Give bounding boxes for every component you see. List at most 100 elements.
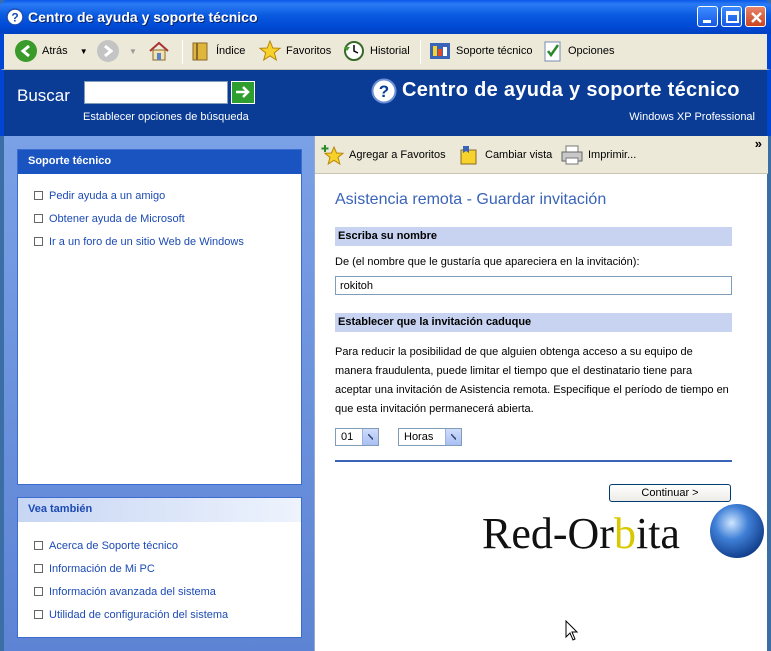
support-icon <box>430 43 450 59</box>
history-clock-icon <box>344 41 364 61</box>
title-bar: ? Centro de ayuda y soporte técnico <box>0 0 771 34</box>
home-button[interactable] <box>147 38 171 64</box>
see-also-link[interactable]: Información de Mi PC <box>34 557 301 580</box>
support-link[interactable]: Pedir ayuda a un amigo <box>34 184 301 207</box>
support-panel: Soporte técnico Pedir ayuda a un amigo O… <box>17 149 302 485</box>
back-dropdown-icon[interactable]: ▼ <box>80 47 88 56</box>
main-toolbar: Atrás ▼ ▼ Índice Favoritos Historial Sop… <box>0 34 771 70</box>
see-also-link-label: Información de Mi PC <box>49 562 155 575</box>
chevron-down-icon[interactable] <box>362 429 378 445</box>
forward-dropdown-icon[interactable]: ▼ <box>129 47 137 56</box>
search-input[interactable] <box>84 81 228 104</box>
see-also-link-label: Utilidad de configuración del sistema <box>49 608 229 621</box>
see-also-link-label: Información avanzada del sistema <box>49 585 216 598</box>
forward-arrow-icon <box>97 40 119 62</box>
maximize-button[interactable] <box>721 6 742 27</box>
name-section-heading: Escriba su nombre <box>335 227 732 246</box>
search-go-button[interactable] <box>231 81 255 104</box>
windows-edition: Windows XP Professional <box>629 111 755 123</box>
red-orbita-watermark: Red-Orbita <box>482 509 680 558</box>
unit-select[interactable]: Horas <box>398 428 462 446</box>
options-button[interactable]: Opciones <box>542 38 614 64</box>
back-button[interactable]: Atrás ▼ <box>14 38 88 64</box>
history-label: Historial <box>370 45 410 57</box>
change-view-label: Cambiar vista <box>485 149 553 161</box>
close-icon <box>751 12 762 23</box>
search-label: Buscar <box>17 86 70 105</box>
help-question-icon: ? <box>371 78 397 104</box>
content-toolbar: Agregar a Favoritos Cambiar vista Imprim… <box>315 136 768 174</box>
divider <box>335 460 732 462</box>
close-button[interactable] <box>745 6 766 27</box>
bullet-icon <box>34 541 43 550</box>
bullet-icon <box>34 237 43 246</box>
see-also-link[interactable]: Acerca de Soporte técnico <box>34 534 301 557</box>
see-also-panel: Vea también Acerca de Soporte técnico In… <box>17 497 302 638</box>
content-pane: Agregar a Favoritos Cambiar vista Imprim… <box>314 136 768 651</box>
support-link-label: Pedir ayuda a un amigo <box>49 189 166 202</box>
bullet-icon <box>34 587 43 596</box>
support-link[interactable]: Obtener ayuda de Microsoft <box>34 207 301 230</box>
more-chevron-icon[interactable]: » <box>755 136 762 151</box>
search-options-link[interactable]: Establecer opciones de búsqueda <box>83 111 249 123</box>
support-panel-title: Soporte técnico <box>18 150 301 174</box>
see-also-link-label: Acerca de Soporte técnico <box>49 539 179 552</box>
support-link-label: Obtener ayuda de Microsoft <box>49 212 185 225</box>
svg-text:?: ? <box>11 11 18 25</box>
help-icon: ? <box>6 8 24 26</box>
support-label: Soporte técnico <box>456 45 533 57</box>
duration-value: 01 <box>341 431 354 443</box>
window-title: Centro de ayuda y soporte técnico <box>28 9 258 25</box>
support-button[interactable]: Soporte técnico <box>428 38 532 64</box>
mouse-cursor-icon <box>565 620 579 641</box>
back-arrow-icon <box>15 40 37 62</box>
bullet-icon <box>34 610 43 619</box>
print-button[interactable]: Imprimir... <box>560 142 636 168</box>
invitation-form: Asistencia remota - Guardar invitación E… <box>335 191 732 462</box>
favorites-label: Favoritos <box>286 45 332 57</box>
bullet-icon <box>34 191 43 200</box>
page-title: Asistencia remota - Guardar invitación <box>335 191 607 208</box>
change-view-button[interactable]: Cambiar vista <box>457 142 552 168</box>
bullet-icon <box>34 564 43 573</box>
add-favorite-star-icon <box>321 145 345 166</box>
chevron-down-icon[interactable] <box>445 429 461 445</box>
star-icon <box>258 39 282 62</box>
support-link-label: Ir a un foro de un sitio Web de Windows <box>49 235 244 248</box>
see-also-link[interactable]: Información avanzada del sistema <box>34 580 301 603</box>
bullet-icon <box>34 214 43 223</box>
options-checklist-icon <box>544 41 561 62</box>
printer-icon <box>561 145 583 165</box>
index-label: Índice <box>216 45 246 57</box>
go-arrow-icon <box>236 86 250 98</box>
change-view-icon <box>460 146 477 165</box>
add-favorites-button[interactable]: Agregar a Favoritos <box>321 142 446 168</box>
minimize-icon <box>703 20 711 23</box>
duration-select[interactable]: 01 <box>335 428 379 446</box>
unit-value: Horas <box>404 431 434 443</box>
left-pane: Soporte técnico Pedir ayuda a un amigo O… <box>4 136 314 651</box>
favorites-button[interactable]: Favoritos <box>258 38 331 64</box>
forward-button[interactable]: ▼ <box>96 38 137 64</box>
expire-description: Para reducir la posibilidad de que algui… <box>335 346 729 415</box>
name-field-label: De (el nombre que le gustaría que aparec… <box>335 256 640 268</box>
back-label: Atrás <box>42 45 68 57</box>
support-link[interactable]: Ir a un foro de un sitio Web de Windows <box>34 230 301 253</box>
minimize-button[interactable] <box>697 6 718 27</box>
print-label: Imprimir... <box>588 149 637 161</box>
add-favorites-label: Agregar a Favoritos <box>349 149 446 161</box>
see-also-title: Vea también <box>18 498 301 522</box>
expire-section-heading: Establecer que la invitación caduque <box>335 313 732 332</box>
history-button[interactable]: Historial <box>342 38 410 64</box>
home-icon <box>149 41 169 61</box>
globe-icon <box>710 504 764 558</box>
book-icon <box>192 42 208 61</box>
continue-button[interactable]: Continuar > <box>609 484 731 502</box>
options-label: Opciones <box>568 45 615 57</box>
see-also-link[interactable]: Utilidad de configuración del sistema <box>34 603 301 626</box>
index-button[interactable]: Índice <box>190 38 245 64</box>
header-title: Centro de ayuda y soporte técnico <box>402 79 740 101</box>
maximize-icon <box>726 11 739 23</box>
svg-text:?: ? <box>379 82 389 101</box>
name-field[interactable] <box>335 276 732 295</box>
